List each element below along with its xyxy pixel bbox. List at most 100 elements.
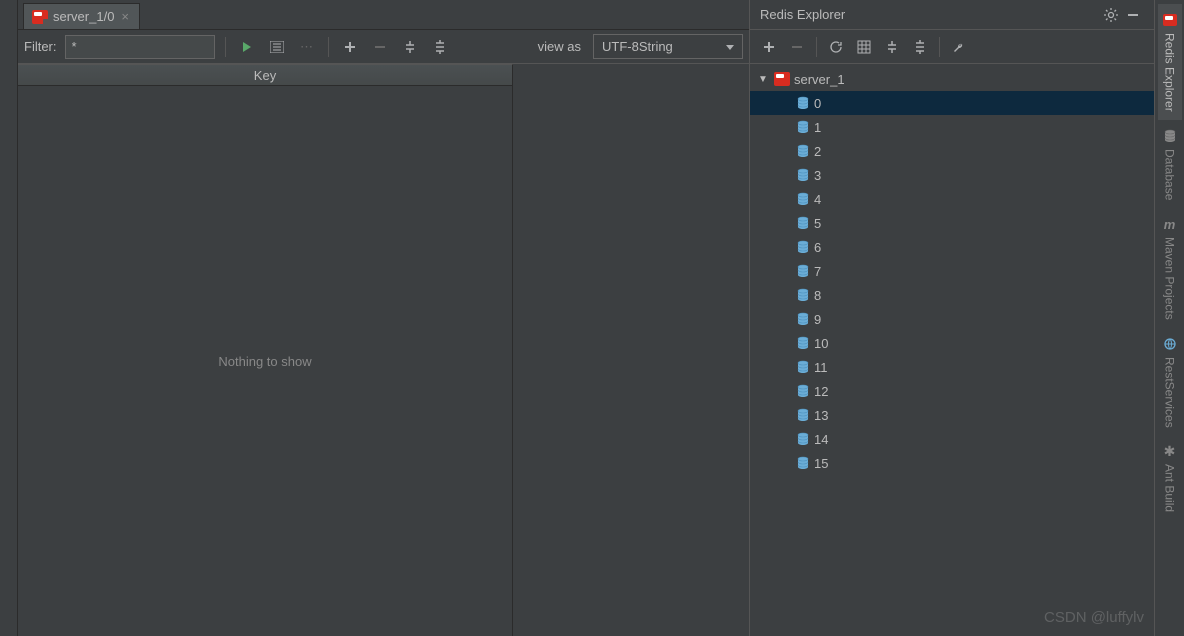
server-name: server_1 (794, 72, 845, 87)
db-number: 2 (814, 144, 821, 159)
tree-db-node[interactable]: 7 (750, 259, 1154, 283)
encoding-select[interactable]: UTF-8String (593, 34, 743, 59)
minimize-icon[interactable] (1122, 4, 1144, 26)
database-icon (796, 432, 810, 446)
run-button[interactable] (236, 36, 258, 58)
db-number: 4 (814, 192, 821, 207)
add-button[interactable] (758, 36, 780, 58)
collapse-all-button[interactable] (909, 36, 931, 58)
db-number: 0 (814, 96, 821, 111)
maven-icon: m (1162, 216, 1178, 232)
key-list-empty: Nothing to show (18, 86, 513, 636)
remove-button[interactable] (369, 36, 391, 58)
panel-header: Redis Explorer (750, 0, 1154, 30)
filter-label: Filter: (24, 39, 57, 54)
database-icon (796, 312, 810, 326)
db-number: 6 (814, 240, 821, 255)
db-number: 14 (814, 432, 828, 447)
tree-db-node[interactable]: 4 (750, 187, 1154, 211)
editor-tab[interactable]: server_1/0 × (23, 3, 140, 29)
tree-db-node[interactable]: 8 (750, 283, 1154, 307)
gear-icon[interactable] (1100, 4, 1122, 26)
vtab-label: Redis Explorer (1163, 33, 1177, 112)
tree-db-node[interactable]: 12 (750, 379, 1154, 403)
database-icon (796, 360, 810, 374)
tree-db-node[interactable]: 5 (750, 211, 1154, 235)
tab-label: server_1/0 (53, 9, 114, 24)
expand-all-button[interactable] (881, 36, 903, 58)
separator (225, 37, 226, 57)
server-tree[interactable]: ▼ server_1 0123456789101112131415 (750, 64, 1154, 636)
database-icon (796, 168, 810, 182)
tree-db-node[interactable]: 2 (750, 139, 1154, 163)
empty-message: Nothing to show (218, 354, 311, 369)
tree-db-node[interactable]: 9 (750, 307, 1154, 331)
close-icon[interactable]: × (119, 9, 131, 24)
vtab-maven-projects[interactable]: m Maven Projects (1158, 208, 1182, 328)
vtab-restservices[interactable]: RestServices (1158, 328, 1182, 436)
db-number: 8 (814, 288, 821, 303)
add-button[interactable] (339, 36, 361, 58)
separator (328, 37, 329, 57)
tree-server-node[interactable]: ▼ server_1 (750, 67, 1154, 91)
ellipsis-icon[interactable]: ⋯ (296, 36, 318, 58)
vtab-redis-explorer[interactable]: Redis Explorer (1158, 4, 1182, 120)
database-icon (796, 144, 810, 158)
redis-explorer-panel: Redis Explorer (750, 0, 1154, 636)
db-number: 7 (814, 264, 821, 279)
database-icon (796, 240, 810, 254)
db-number: 9 (814, 312, 821, 327)
db-number: 3 (814, 168, 821, 183)
database-icon (796, 336, 810, 350)
vtab-ant-build[interactable]: ✱Ant Build (1158, 435, 1182, 520)
db-number: 13 (814, 408, 828, 423)
expand-triangle-icon[interactable]: ▼ (758, 74, 770, 85)
tree-db-node[interactable]: 6 (750, 235, 1154, 259)
separator (939, 37, 940, 57)
viewas-label: view as (538, 39, 581, 54)
database-icon (796, 456, 810, 470)
tab-bar: server_1/0 × (18, 0, 749, 30)
tree-db-node[interactable]: 3 (750, 163, 1154, 187)
database-icon (796, 120, 810, 134)
tree-db-node[interactable]: 0 (750, 91, 1154, 115)
tree-db-node[interactable]: 15 (750, 451, 1154, 475)
vtab-label: RestServices (1163, 357, 1177, 428)
column-header-key[interactable]: Key (18, 64, 513, 86)
refresh-icon[interactable] (825, 36, 847, 58)
vtab-database[interactable]: Database (1158, 120, 1182, 208)
tree-db-node[interactable]: 1 (750, 115, 1154, 139)
ant-icon: ✱ (1162, 443, 1178, 459)
rest-icon (1162, 336, 1178, 352)
expand-all-button[interactable] (399, 36, 421, 58)
collapse-all-button[interactable] (429, 36, 451, 58)
separator (816, 37, 817, 57)
db-number: 10 (814, 336, 828, 351)
database-icon (796, 192, 810, 206)
vtab-label: Maven Projects (1163, 237, 1177, 320)
filter-input[interactable] (65, 35, 215, 59)
grid-icon[interactable] (853, 36, 875, 58)
db-number: 15 (814, 456, 828, 471)
redis-icon (1162, 12, 1178, 28)
wrench-icon[interactable] (948, 36, 970, 58)
remove-button[interactable] (786, 36, 808, 58)
tree-db-node[interactable]: 13 (750, 403, 1154, 427)
main-panel: server_1/0 × Filter: ⋯ view as UTF-8St (18, 0, 750, 636)
tree-db-node[interactable]: 11 (750, 355, 1154, 379)
database-icon (796, 216, 810, 230)
db-number: 11 (814, 360, 828, 375)
database-icon (796, 384, 810, 398)
database-icon (1162, 128, 1178, 144)
vtab-label: Database (1163, 149, 1177, 200)
explorer-toolbar (750, 30, 1154, 64)
redis-icon (774, 72, 790, 86)
list-icon[interactable] (266, 36, 288, 58)
database-icon (796, 288, 810, 302)
db-number: 12 (814, 384, 828, 399)
database-icon (796, 408, 810, 422)
panel-title: Redis Explorer (760, 7, 1100, 22)
tree-db-node[interactable]: 10 (750, 331, 1154, 355)
encoding-value: UTF-8String (602, 39, 673, 54)
tree-db-node[interactable]: 14 (750, 427, 1154, 451)
